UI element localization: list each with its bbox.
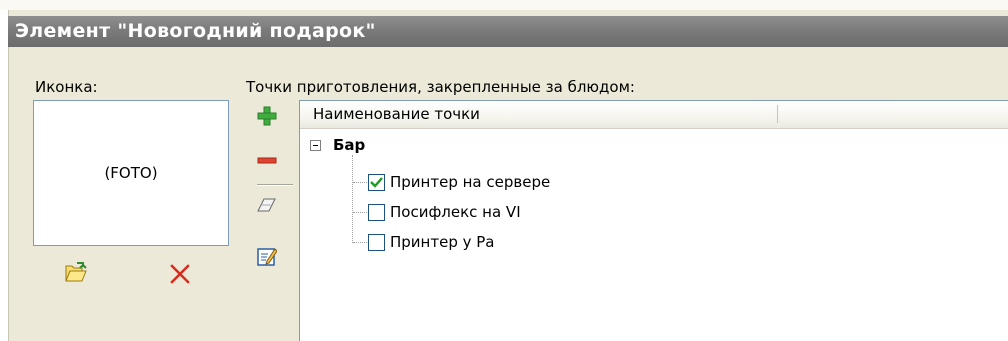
window-title: Элемент "Новогодний подарок" (8, 16, 1008, 47)
tree-connector-branch (353, 242, 367, 243)
points-label: Точки приготовления, закрепленные за блю… (246, 78, 635, 96)
plus-icon (257, 106, 277, 126)
delete-x-icon (170, 264, 190, 284)
column-header-name[interactable]: Наименование точки (313, 101, 480, 128)
item-checkbox[interactable] (368, 233, 385, 251)
edit-point-button[interactable] (254, 243, 280, 269)
delete-image-button[interactable] (166, 260, 194, 288)
window-top-strip (0, 0, 1008, 10)
column-separator[interactable] (777, 105, 778, 123)
tree-item[interactable]: Принтер у Ра (368, 232, 495, 252)
tree-item[interactable]: Посифлекс на VI (368, 202, 521, 222)
item-checkbox[interactable] (368, 203, 385, 221)
item-label: Посифлекс на VI (390, 203, 521, 221)
item-checkbox-checked[interactable] (368, 173, 385, 191)
item-label: Принтер на сервере (390, 173, 551, 191)
icon-placeholder-text: (FOTO) (104, 164, 158, 182)
minus-icon (257, 157, 277, 164)
tree-connector-line (352, 155, 353, 243)
edit-icon (257, 248, 277, 266)
tree-connector-branch (353, 212, 367, 213)
icon-image-box[interactable]: (FOTO) (33, 100, 229, 246)
add-point-button[interactable] (254, 103, 280, 129)
icon-label: Иконка: (35, 78, 98, 96)
remove-point-button[interactable] (254, 148, 280, 174)
folder-open-icon (65, 262, 87, 282)
eraser-icon (257, 198, 276, 212)
checkmark-icon (370, 176, 383, 188)
clear-points-button[interactable] (254, 192, 280, 218)
item-label: Принтер у Ра (390, 233, 495, 251)
toolbar-separator (257, 184, 293, 186)
points-grid[interactable]: Наименование точки Бар Принтер на сервер… (299, 100, 1008, 341)
open-image-button[interactable] (62, 259, 90, 287)
tree-item[interactable]: Принтер на сервере (368, 172, 550, 192)
grid-header: Наименование точки (300, 101, 1008, 129)
group-label[interactable]: Бар (333, 136, 365, 154)
collapse-group-button[interactable] (310, 140, 321, 151)
tree-connector-branch (353, 182, 367, 183)
